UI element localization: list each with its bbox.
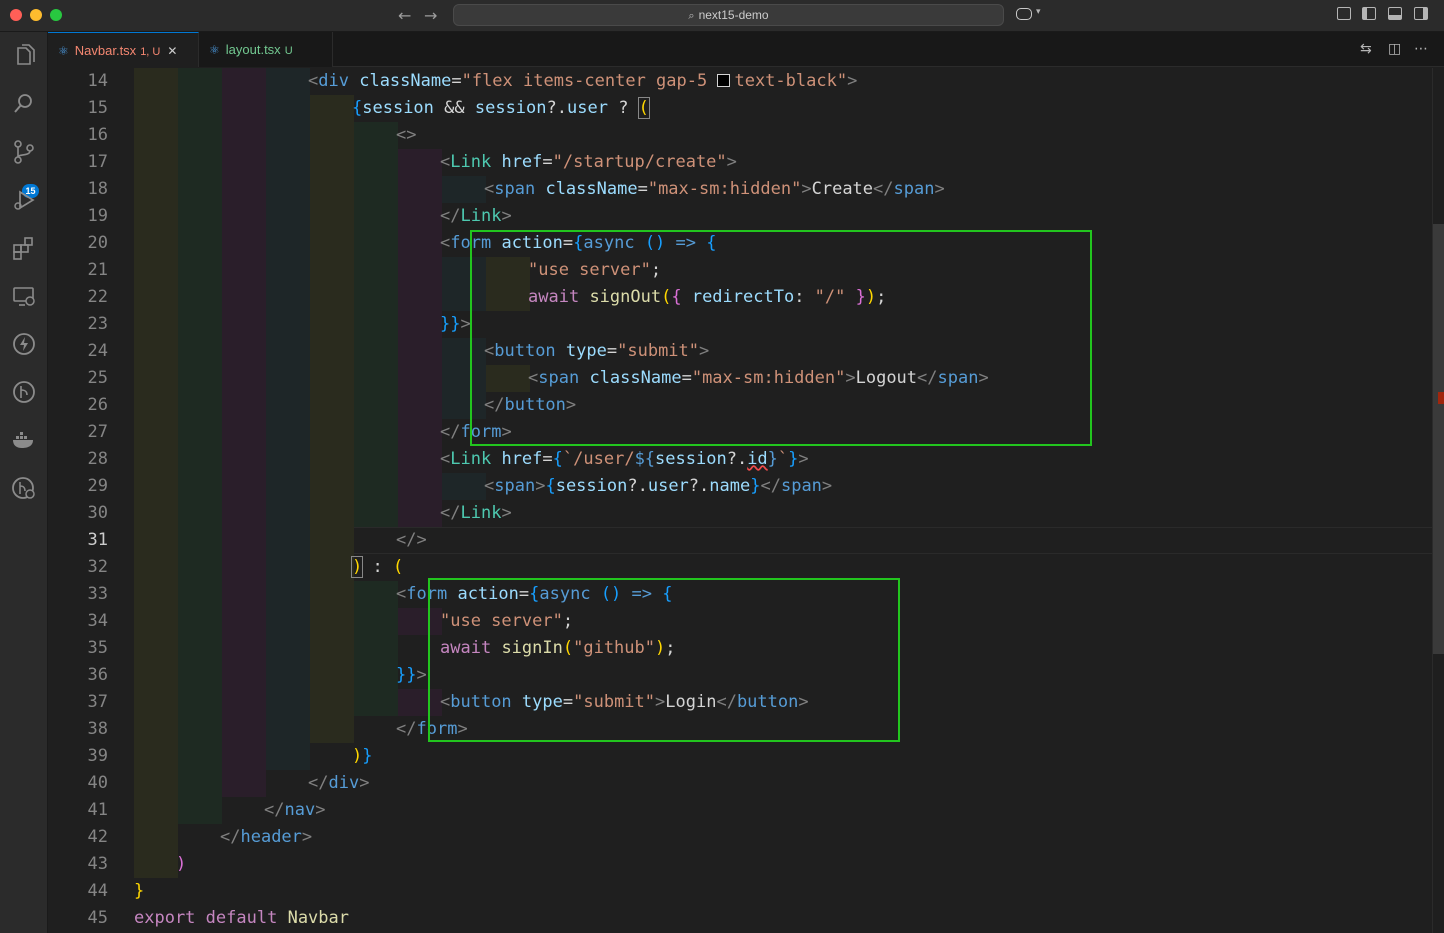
code-line: </Link>: [440, 206, 512, 226]
line-number-active: 31: [87, 530, 108, 550]
code-line: </header>: [220, 827, 313, 847]
code-line: </Link>: [440, 503, 512, 523]
tab-navbar-tsx[interactable]: ⚛ Navbar.tsx 1, U ✕: [48, 32, 199, 67]
line-number: 19: [87, 206, 108, 226]
search-icon[interactable]: [10, 90, 38, 118]
code-line: </nav>: [264, 800, 326, 820]
docker-icon[interactable]: [10, 426, 38, 454]
workspace-name: next15-demo: [698, 8, 769, 22]
line-number: 24: [87, 341, 108, 361]
code-line: export default Navbar: [134, 908, 349, 928]
line-number: 38: [87, 719, 108, 739]
tab-label: Navbar.tsx: [74, 43, 137, 58]
line-number: 16: [87, 125, 108, 145]
explorer-icon[interactable]: [10, 42, 38, 70]
command-center-search[interactable]: ⌕ next15-demo: [453, 4, 1004, 26]
line-number: 42: [87, 827, 108, 847]
code-line: }}>: [396, 665, 427, 685]
line-number: 39: [87, 746, 108, 766]
close-icon[interactable]: ✕: [167, 44, 177, 58]
tab-status: 1, U: [140, 46, 161, 58]
line-number: 29: [87, 476, 108, 496]
line-number: 25: [87, 368, 108, 388]
line-number: 14: [87, 71, 108, 91]
code-line: ) : (: [350, 556, 404, 578]
code-line: <span className="max-sm:hidden">Create</…: [484, 179, 945, 199]
code-line: <>: [396, 125, 417, 145]
error-marker: [1438, 392, 1444, 404]
title-bar: ← → ⌕ next15-demo ▾: [0, 0, 1444, 32]
toggle-primary-sidebar-icon[interactable]: [1362, 7, 1376, 20]
tab-status: U: [284, 45, 293, 57]
react-icon: ⚛: [209, 43, 220, 57]
code-editor[interactable]: 14 15 16 17 18 19 20 21 22 23 24 25 26 2…: [48, 68, 1444, 933]
minimize-window-button[interactable]: [30, 9, 42, 21]
copilot-icon[interactable]: [1016, 8, 1032, 20]
code-line: }: [134, 881, 145, 901]
more-actions-icon[interactable]: ⋯: [1414, 41, 1428, 57]
search-icon: ⌕: [688, 9, 695, 22]
line-number: 27: [87, 422, 108, 442]
line-number: 28: [87, 449, 108, 469]
thunder-client-icon[interactable]: [10, 330, 38, 358]
line-number: 40: [87, 773, 108, 793]
line-number: 33: [87, 584, 108, 604]
open-changes-icon[interactable]: ⇆: [1360, 41, 1372, 57]
run-debug-icon[interactable]: [10, 186, 38, 214]
line-number: 45: [87, 908, 108, 928]
split-editor-icon[interactable]: ◫: [1388, 41, 1401, 57]
line-number: 22: [87, 287, 108, 307]
code-line-active: </>: [396, 530, 427, 550]
line-number: 20: [87, 233, 108, 253]
code-line: <Link href={`/user/${session?.id}`}>: [440, 449, 809, 469]
color-swatch[interactable]: [717, 74, 731, 87]
line-number: 23: [87, 314, 108, 334]
line-number: 15: [87, 98, 108, 118]
signin-form-highlight: [428, 578, 900, 742]
tab-label: layout.tsx: [225, 42, 281, 57]
code-line: }}>: [440, 314, 471, 334]
code-line: ): [176, 854, 187, 874]
react-icon: ⚛: [58, 44, 69, 58]
close-window-button[interactable]: [10, 9, 22, 21]
line-number: 32: [87, 557, 108, 577]
code-line: {session && session?.user ? (: [352, 97, 650, 119]
signout-form-highlight: [470, 230, 1092, 446]
code-line: </div>: [308, 773, 370, 793]
toggle-panel-icon[interactable]: [1388, 7, 1402, 20]
maximize-window-button[interactable]: [50, 9, 62, 21]
editor-tab-bar: ⚛ Navbar.tsx 1, U ✕ ⚛ layout.tsx U ⇆ ◫ ⋯: [48, 32, 1444, 67]
code-line: <span>{session?.user?.name}</span>: [484, 476, 833, 496]
line-number: 18: [87, 179, 108, 199]
customize-layout-icon[interactable]: [1337, 7, 1351, 20]
code-line: <Link href="/startup/create">: [440, 152, 737, 172]
line-number: 43: [87, 854, 108, 874]
gitlens-icon[interactable]: [10, 378, 38, 406]
line-number: 34: [87, 611, 108, 631]
line-number: 37: [87, 692, 108, 712]
line-number: 21: [87, 260, 108, 280]
arrow-right-icon[interactable]: →: [424, 6, 437, 25]
arrow-left-icon[interactable]: ←: [398, 6, 411, 25]
line-number: 36: [87, 665, 108, 685]
code-lines: <div className="flex items-center gap-5 …: [134, 68, 1424, 933]
chevron-down-icon[interactable]: ▾: [1036, 7, 1041, 17]
line-number: 17: [87, 152, 108, 172]
line-number: 30: [87, 503, 108, 523]
tab-layout-tsx[interactable]: ⚛ layout.tsx U: [199, 32, 333, 67]
source-control-icon[interactable]: [10, 138, 38, 166]
activity-bar: 15: [0, 32, 48, 933]
code-line: <div className="flex items-center gap-5 …: [308, 71, 858, 91]
line-number: 41: [87, 800, 108, 820]
scrollbar-thumb[interactable]: [1433, 224, 1444, 654]
timeline-icon[interactable]: [10, 474, 38, 502]
code-line: )}: [352, 746, 373, 766]
line-number-gutter: 14 15 16 17 18 19 20 21 22 23 24 25 26 2…: [48, 68, 128, 933]
line-number: 44: [87, 881, 108, 901]
extensions-icon[interactable]: [10, 234, 38, 262]
line-number: 26: [87, 395, 108, 415]
line-number: 35: [87, 638, 108, 658]
remote-explorer-icon[interactable]: [10, 282, 38, 310]
toggle-secondary-sidebar-icon[interactable]: [1414, 7, 1428, 20]
